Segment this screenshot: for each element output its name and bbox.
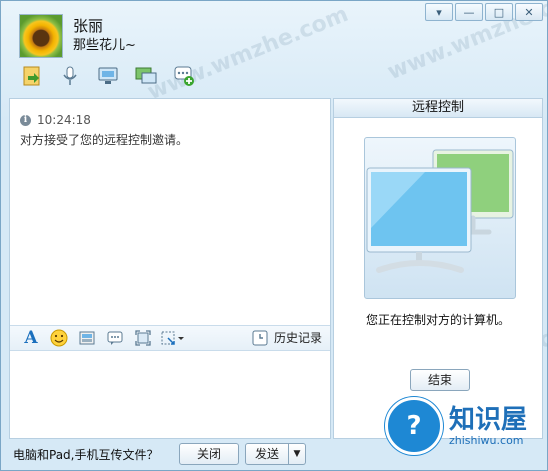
close-window-button[interactable]: ✕ [515, 3, 543, 21]
contact-status: 那些花儿~ [73, 38, 136, 53]
remote-status-text: 您正在控制对方的计算机。 [365, 313, 510, 327]
remote-panel-title: 远程控制 [334, 99, 542, 118]
message-input[interactable] [10, 351, 330, 438]
message-time: 10:24:18 [37, 113, 91, 127]
video-call-icon[interactable] [97, 65, 119, 87]
contact-info: 张丽 那些花儿~ [73, 16, 136, 56]
info-icon: i [20, 114, 31, 126]
message-header: i 10:24:18 [20, 113, 330, 127]
send-button-group: 发送 ▼ [245, 443, 306, 465]
history-button[interactable]: 历史记录 [252, 329, 322, 346]
message-bubble-icon[interactable] [104, 328, 126, 348]
maximize-button[interactable]: □ [485, 3, 513, 21]
remote-monitors-illustration [364, 137, 516, 299]
system-message: 对方接受了您的远程控制邀请。 [20, 133, 189, 147]
close-button[interactable]: 关闭 [179, 443, 239, 465]
watermark: www.wmzhe.com [144, 1, 352, 106]
avatar[interactable] [19, 14, 63, 58]
logo-sub-text: zhishiwu.com [449, 433, 524, 447]
remote-desktop-icon[interactable] [135, 65, 157, 87]
screen-capture-icon[interactable] [132, 328, 154, 348]
minimize-button[interactable]: — [455, 3, 483, 21]
voice-call-icon[interactable] [59, 65, 81, 87]
chat-toolbar [21, 65, 195, 87]
send-button[interactable]: 发送 [245, 443, 289, 465]
input-toolbar: A 历史记录 [10, 325, 330, 351]
chat-panel: i 10:24:18 对方接受了您的远程控制邀请。 A 历史记录 [9, 98, 331, 439]
send-options-icon[interactable]: ▼ [289, 443, 306, 465]
send-file-icon[interactable] [21, 65, 43, 87]
screenshot-dropdown-icon[interactable] [160, 328, 186, 348]
contact-header: 张丽 那些花儿~ [19, 11, 136, 61]
menu-button[interactable]: ▾ [425, 3, 453, 21]
message-log: i 10:24:18 对方接受了您的远程控制邀请。 [10, 99, 330, 325]
add-chat-icon[interactable] [173, 65, 195, 87]
contact-name[interactable]: 张丽 [73, 16, 136, 36]
window-controls: ▾ — □ ✕ [425, 3, 543, 21]
logo-text: 知识屋 zhishiwu.com [449, 406, 527, 447]
site-logo: ? 知识屋 zhishiwu.com [385, 387, 545, 465]
logo-main-text: 知识屋 [449, 404, 528, 435]
chat-window: www.wmzhe.com www.wmzhe.com www.wmzhe.co… [0, 0, 548, 471]
font-icon[interactable]: A [20, 328, 42, 348]
wallpaper-icon[interactable] [76, 328, 98, 348]
clock-icon [252, 330, 268, 345]
logo-icon: ? [385, 397, 443, 455]
history-label: 历史记录 [273, 331, 322, 345]
emoji-icon[interactable] [48, 328, 70, 348]
file-transfer-link[interactable]: 电脑和Pad,手机互传文件？ [13, 446, 158, 463]
